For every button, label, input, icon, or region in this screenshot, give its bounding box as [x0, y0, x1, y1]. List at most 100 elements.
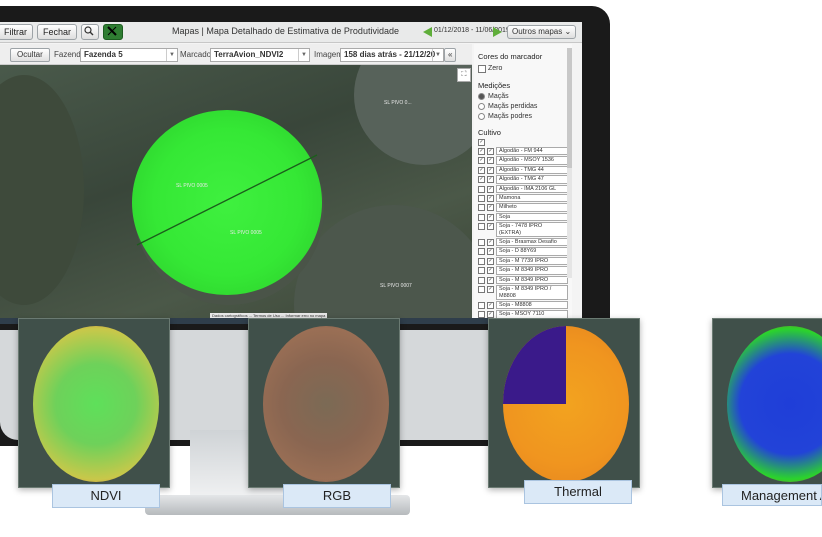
crop-item[interactable]: ✓ Soja - M 7739 IPRO	[478, 256, 568, 266]
scrollbar-thumb[interactable]	[567, 48, 572, 168]
checkbox-icon[interactable]	[478, 185, 485, 193]
checkbox-icon[interactable]: ✓	[487, 276, 494, 284]
checkbox-icon[interactable]	[478, 286, 485, 294]
checkbox-icon[interactable]	[478, 204, 485, 212]
crop-item[interactable]: ✓ Mamona	[478, 194, 568, 203]
checkbox-icon[interactable]	[478, 248, 485, 256]
checkbox-icon[interactable]: ✓	[487, 166, 494, 174]
checkbox-icon[interactable]: ✓	[478, 148, 485, 155]
measurement-label: Maçãs perdidas	[488, 103, 538, 110]
crop-item[interactable]: ✓ ✓ Algodão - TMG 44	[478, 165, 568, 175]
checkbox-icon[interactable]: ✓	[487, 185, 494, 193]
crop-item[interactable]: ✓ ✓ Algodão - MSOY 1536	[478, 156, 568, 165]
measurement-option[interactable]: Maçãs podres	[478, 113, 568, 120]
app-screen: Filtrar Fechar Mapas | Mapa Detalhado de…	[0, 22, 582, 324]
checkbox-icon[interactable]	[478, 276, 485, 284]
checkbox-icon[interactable]: ✓	[487, 195, 494, 203]
checkbox-icon[interactable]: ✓	[487, 223, 494, 231]
management-zone-image	[727, 326, 822, 482]
crop-item[interactable]: ✓ Soja - M8808	[478, 300, 568, 310]
checkbox-icon[interactable]	[478, 239, 485, 247]
crop-item[interactable]: ✓ Soja - Brasmax Desafio	[478, 238, 568, 247]
checkbox-icon[interactable]: ✓	[487, 213, 494, 221]
crop-item[interactable]: ✓ Soja - D 88Y69	[478, 247, 568, 256]
pivot-field	[354, 65, 472, 165]
select-all-crops[interactable]: ✓	[478, 138, 568, 146]
checkbox-icon[interactable]	[478, 195, 485, 203]
pivot-field	[0, 75, 84, 305]
previous-image-button[interactable]: «	[444, 48, 457, 62]
ndvi-field-image	[33, 326, 159, 482]
checkbox-icon: ✓	[478, 139, 485, 146]
crop-item[interactable]: ✓ Algodão - IMA 2106 GL	[478, 184, 568, 194]
checkbox-icon[interactable]	[478, 223, 485, 231]
other-maps-dropdown[interactable]: Outros mapas ⌄	[507, 25, 577, 39]
previous-date-icon[interactable]	[423, 27, 432, 37]
crop-item[interactable]: ✓ Soja - M 8349 IPRO	[478, 275, 568, 285]
measurement-option[interactable]: Maçãs	[478, 93, 568, 100]
checkbox-icon[interactable]: ✓	[487, 301, 494, 309]
crop-item[interactable]: ✓ Milheto	[478, 203, 568, 212]
crop-label: Mamona	[496, 194, 568, 203]
checkbox-icon[interactable]: ✓	[487, 148, 494, 155]
marker-color-label: Zero	[488, 65, 503, 72]
thermal-cold-sector	[503, 326, 566, 404]
checkbox-icon[interactable]: ✓	[478, 176, 485, 184]
crop-item[interactable]: ✓ ✓ Algodão - FM 944	[478, 147, 568, 156]
ndvi-field-overlay[interactable]	[132, 110, 322, 295]
other-maps-label: Outros mapas	[512, 27, 563, 36]
checkbox-icon[interactable]: ✓	[487, 239, 494, 247]
top-toolbar: Filtrar Fechar Mapas | Mapa Detalhado de…	[0, 22, 582, 43]
checkbox-icon[interactable]: ✓	[478, 166, 485, 174]
filter-panel: Cores do marcador Zero Medições Maçãs Ma…	[474, 44, 572, 324]
image-select[interactable]: 158 dias atrás - 21/12/20 ▼	[340, 48, 444, 62]
checkbox-icon[interactable]	[478, 267, 485, 275]
thermal-field-image	[503, 326, 629, 482]
farm-select-value: Fazenda 5	[84, 50, 123, 59]
next-date-icon[interactable]	[493, 27, 502, 37]
measurement-option[interactable]: Maçãs perdidas	[478, 103, 568, 110]
crop-label: Soja - M 7739 IPRO	[496, 256, 568, 266]
satellite-icon[interactable]	[103, 24, 124, 40]
chevron-down-icon: ⌄	[564, 27, 572, 36]
crop-label: Soja - M8808	[496, 300, 568, 310]
checkbox-icon[interactable]: ✓	[487, 157, 494, 165]
crop-label: Soja - 7478 IPRO (EXTRA)	[496, 222, 568, 238]
checkbox-icon[interactable]: ✓	[487, 286, 494, 294]
checkbox-icon[interactable]	[478, 257, 485, 265]
crop-label: Soja - M 8349 IPRO	[496, 266, 568, 275]
crop-item[interactable]: ✓ Soja - 7478 IPRO (EXTRA)	[478, 222, 568, 238]
checkbox-icon[interactable]: ✓	[478, 157, 485, 165]
crop-item[interactable]: ✓ Soja - M 8349 IPRO	[478, 266, 568, 275]
image-select-value: 158 dias atrás - 21/12/20	[344, 50, 436, 59]
panel-scrollbar[interactable]	[567, 48, 572, 278]
crop-label: Algodão - TMG 47	[496, 175, 568, 184]
crop-item[interactable]: ✓ ✓ Algodão - TMG 47	[478, 175, 568, 184]
marker-color-option[interactable]: Zero	[478, 64, 568, 73]
checkbox-icon[interactable]: ✓	[487, 248, 494, 256]
checkbox-icon[interactable]	[478, 213, 485, 221]
field-label: SL PIVO 0005	[230, 230, 262, 236]
hide-button[interactable]: Ocultar	[10, 48, 50, 62]
fullscreen-icon[interactable]: ⛶	[457, 68, 471, 82]
close-button[interactable]: Fechar	[37, 24, 78, 40]
crop-title: Cultivo	[478, 128, 501, 137]
crop-item[interactable]: ✓ Soja - M 8349 IPRO / M8808	[478, 285, 568, 300]
satellite-map[interactable]: SL PIVO 0... SL PIVO 0005 SL PIVO 0005 S…	[0, 65, 472, 318]
farm-select[interactable]: Fazenda 5 ▼	[80, 48, 178, 62]
marker-select[interactable]: TerraAvion_NDVI2 ▼	[210, 48, 310, 62]
crop-item[interactable]: ✓ Soja	[478, 212, 568, 222]
checkbox-icon[interactable]: ✓	[487, 204, 494, 212]
radio-icon	[478, 103, 485, 110]
search-icon[interactable]	[81, 24, 100, 40]
checkbox-icon[interactable]: ✓	[487, 176, 494, 184]
checkbox-icon[interactable]: ✓	[487, 267, 494, 275]
crop-label: Algodão - FM 944	[496, 147, 568, 156]
marker-select-value: TerraAvion_NDVI2	[214, 50, 284, 59]
rgb-tile	[248, 318, 400, 488]
checkbox-icon[interactable]: ✓	[487, 257, 494, 265]
management-caption: Management A	[722, 484, 822, 506]
filter-button[interactable]: Filtrar	[0, 24, 33, 40]
crop-label: Algodão - TMG 44	[496, 165, 568, 175]
checkbox-icon[interactable]	[478, 301, 485, 309]
